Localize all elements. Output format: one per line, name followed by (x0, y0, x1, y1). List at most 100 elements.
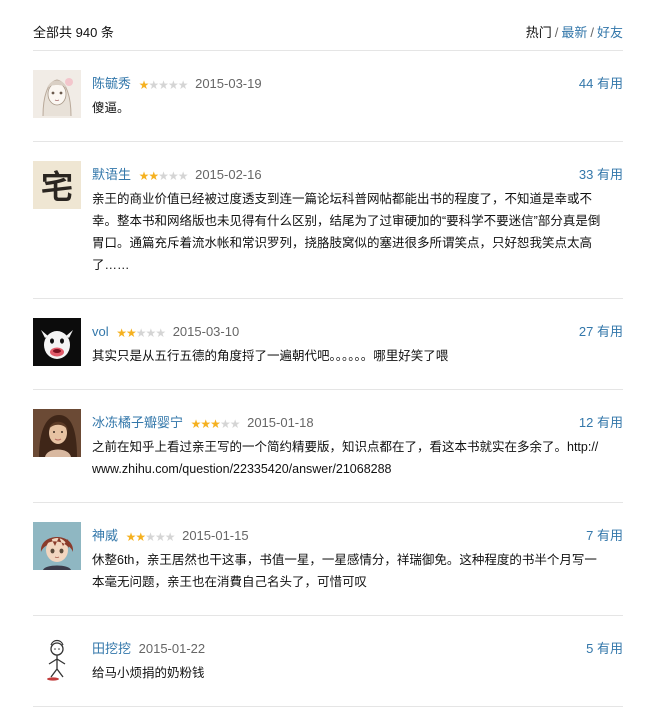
star-empty-icon: ★ (154, 530, 166, 544)
comment-content: 田挖挖 2015-01-22 给马小烦捐的奶粉钱 (92, 616, 623, 706)
useful-votes: 7 有用 (586, 527, 623, 545)
star-filled-icon: ★ (135, 530, 146, 544)
sort-friends-link[interactable]: 好友 (597, 25, 623, 40)
star-empty-icon: ★ (167, 78, 179, 92)
user-avatar[interactable] (33, 70, 81, 118)
comment-item: 陈毓秀 ★★★★★ 2015-03-19 傻逼。 44 有用 (33, 51, 623, 142)
comment-item: vol ★★★★★ 2015-03-10 其实只是从五行五德的角度捋了一遍朝代吧… (33, 299, 623, 390)
comment-meta: vol ★★★★★ 2015-03-10 (92, 323, 623, 341)
user-avatar[interactable] (33, 522, 81, 570)
useful-votes: 33 有用 (579, 166, 623, 184)
rating-stars: ★★★★★ (138, 167, 189, 185)
useful-votes: 44 有用 (579, 75, 623, 93)
comment-time: 2015-03-10 (172, 324, 240, 339)
vote-count: 44 (578, 76, 597, 91)
comment-text: 之前在知乎上看过亲王写的一个简约精要版，知识点都在了，看这本书就实在多余了。ht… (92, 440, 599, 476)
comment-time: 2015-03-19 (195, 76, 262, 91)
star-filled-icon: ★ (138, 78, 150, 92)
star-filled-icon: ★ (200, 417, 211, 431)
useful-votes: 27 有用 (579, 323, 623, 341)
sort-hot-link[interactable]: 热门 (526, 25, 552, 40)
user-avatar[interactable]: 宅 (33, 161, 81, 209)
useful-button[interactable]: 有用 (597, 641, 623, 656)
comment-list: 陈毓秀 ★★★★★ 2015-03-19 傻逼。 44 有用 宅 默语生 ★★★… (33, 51, 623, 707)
useful-button[interactable]: 有用 (597, 324, 623, 339)
comment-user-link[interactable]: 冰冻橘子瓣婴宁 (92, 415, 183, 430)
rating-stars: ★★★★★ (125, 528, 176, 546)
cartoon-cow-avatar (33, 318, 81, 366)
vote-count: 12 (578, 415, 597, 430)
star-filled-icon: ★ (116, 326, 127, 340)
comment-text: 其实只是从五行五德的角度捋了一遍朝代吧。。。。。。哪里好笑了喂 (92, 349, 449, 363)
svg-text:宅: 宅 (41, 168, 73, 206)
star-filled-icon: ★ (126, 326, 137, 340)
anime-girl-sketch-avatar (33, 70, 81, 118)
comment-text: 休整6th，亲王居然也干这事，书值一星，一星感情分，祥瑞御免。这种程度的书半个月… (92, 553, 597, 589)
comment-item: 冰冻橘子瓣婴宁 ★★★★★ 2015-01-18 之前在知乎上看过亲王写的一个简… (33, 390, 623, 503)
comment-time: 2015-02-16 (195, 167, 262, 182)
doodle-figure-avatar (33, 635, 81, 683)
star-filled-icon: ★ (138, 169, 150, 183)
comment-user-link[interactable]: vol (92, 324, 109, 339)
useful-button[interactable]: 有用 (597, 415, 623, 430)
star-empty-icon: ★ (155, 326, 166, 340)
comment-meta: 冰冻橘子瓣婴宁 ★★★★★ 2015-01-18 (92, 414, 623, 432)
star-empty-icon: ★ (158, 78, 169, 92)
comment-meta: 田挖挖 2015-01-22 (92, 640, 623, 658)
star-empty-icon: ★ (177, 78, 189, 92)
star-filled-icon: ★ (148, 169, 159, 183)
anime-boy-avatar (33, 522, 81, 570)
star-empty-icon: ★ (229, 417, 241, 431)
comment-text: 傻逼。 (92, 101, 130, 115)
vote-count: 27 (578, 324, 597, 339)
useful-votes: 12 有用 (579, 414, 623, 432)
star-empty-icon: ★ (167, 169, 179, 183)
star-filled-icon: ★ (210, 417, 221, 431)
user-avatar[interactable] (33, 409, 81, 457)
star-empty-icon: ★ (164, 530, 176, 544)
comments-total: 全部共 940 条 (33, 25, 114, 40)
sort-separator: / (554, 25, 559, 40)
comment-content: vol ★★★★★ 2015-03-10 其实只是从五行五德的角度捋了一遍朝代吧… (92, 299, 623, 389)
comment-item: 宅 默语生 ★★★★★ 2015-02-16 亲王的商业价值已经被过度透支到连一… (33, 142, 623, 299)
comment-meta: 神威 ★★★★★ 2015-01-15 (92, 527, 623, 545)
comment-user-link[interactable]: 默语生 (92, 167, 131, 182)
portrait-woman-avatar (33, 409, 81, 457)
star-empty-icon: ★ (135, 326, 147, 340)
star-empty-icon: ★ (177, 169, 189, 183)
user-avatar[interactable] (33, 318, 81, 366)
sort-separator: / (590, 25, 594, 40)
sort-new-link[interactable]: 最新 (561, 25, 587, 40)
vote-count: 5 (586, 641, 597, 656)
comments-header: 全部共 940 条 热门 / 最新 / 好友 (33, 14, 623, 51)
comment-text: 给马小烦捐的奶粉钱 (92, 666, 205, 680)
star-filled-icon: ★ (125, 530, 137, 544)
user-avatar[interactable] (33, 635, 81, 683)
rating-stars: ★★★★★ (190, 415, 241, 433)
comment-user-link[interactable]: 田挖挖 (92, 641, 131, 656)
useful-button[interactable]: 有用 (597, 167, 623, 182)
rating-stars: ★★★★★ (116, 324, 166, 342)
vote-count: 7 (586, 528, 597, 543)
comment-user-link[interactable]: 陈毓秀 (92, 76, 131, 91)
comment-time: 2015-01-18 (247, 415, 314, 430)
useful-button[interactable]: 有用 (597, 528, 623, 543)
calligraphy-zhai-avatar: 宅 (33, 161, 81, 209)
comment-time: 2015-01-15 (182, 528, 249, 543)
star-empty-icon: ★ (145, 530, 156, 544)
vote-count: 33 (578, 167, 597, 182)
star-empty-icon: ★ (148, 78, 159, 92)
sort-options: 热门 / 最新 / 好友 (526, 22, 623, 41)
comment-meta: 陈毓秀 ★★★★★ 2015-03-19 (92, 75, 623, 93)
comment-item: 田挖挖 2015-01-22 给马小烦捐的奶粉钱 5 有用 (33, 616, 623, 707)
star-empty-icon: ★ (145, 326, 157, 340)
comment-content: 默语生 ★★★★★ 2015-02-16 亲王的商业价值已经被过度透支到连一篇论… (92, 142, 623, 298)
comment-content: 冰冻橘子瓣婴宁 ★★★★★ 2015-01-18 之前在知乎上看过亲王写的一个简… (92, 390, 623, 502)
comment-user-link[interactable]: 神威 (92, 528, 118, 543)
useful-button[interactable]: 有用 (597, 76, 623, 91)
comment-item: 神威 ★★★★★ 2015-01-15 休整6th，亲王居然也干这事，书值一星，… (33, 503, 623, 616)
star-filled-icon: ★ (190, 417, 202, 431)
star-empty-icon: ★ (158, 169, 169, 183)
star-empty-icon: ★ (219, 417, 231, 431)
comment-content: 陈毓秀 ★★★★★ 2015-03-19 傻逼。 (92, 51, 623, 141)
